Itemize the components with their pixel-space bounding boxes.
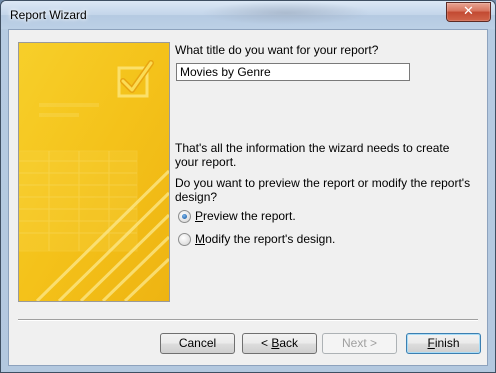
- wizard-body: What title do you want for your report? …: [8, 29, 488, 366]
- title-bar[interactable]: Report Wizard ✕: [1, 1, 495, 29]
- close-icon: ✕: [463, 4, 474, 19]
- report-title-input[interactable]: [176, 63, 410, 81]
- preview-report-option[interactable]: Preview the report.: [178, 208, 296, 224]
- back-button[interactable]: < Back: [242, 333, 317, 354]
- cancel-button[interactable]: Cancel: [160, 333, 235, 354]
- background-blur: [201, 1, 371, 25]
- next-button[interactable]: Next >: [322, 333, 397, 354]
- title-question: What title do you want for your report?: [175, 43, 379, 57]
- finish-button[interactable]: Finish: [406, 333, 481, 354]
- report-wizard-window: Report Wizard ✕ What title do you want f…: [0, 0, 496, 373]
- table-grid-graphic: [19, 150, 138, 252]
- modify-radio[interactable]: [178, 232, 191, 246]
- close-button[interactable]: ✕: [446, 2, 491, 22]
- modify-design-option[interactable]: Modify the report's design.: [178, 231, 335, 247]
- preview-label: Preview the report.: [195, 209, 296, 223]
- window-title: Report Wizard: [10, 8, 87, 22]
- button-separator: [18, 319, 478, 321]
- wizard-illustration: [18, 42, 170, 302]
- report-illustration-graphic: [19, 43, 169, 301]
- preview-question: Do you want to preview the report or mod…: [175, 176, 471, 204]
- wizard-info-text: That's all the information the wizard ne…: [175, 141, 450, 169]
- preview-radio[interactable]: [178, 209, 191, 223]
- modify-label: Modify the report's design.: [195, 232, 336, 246]
